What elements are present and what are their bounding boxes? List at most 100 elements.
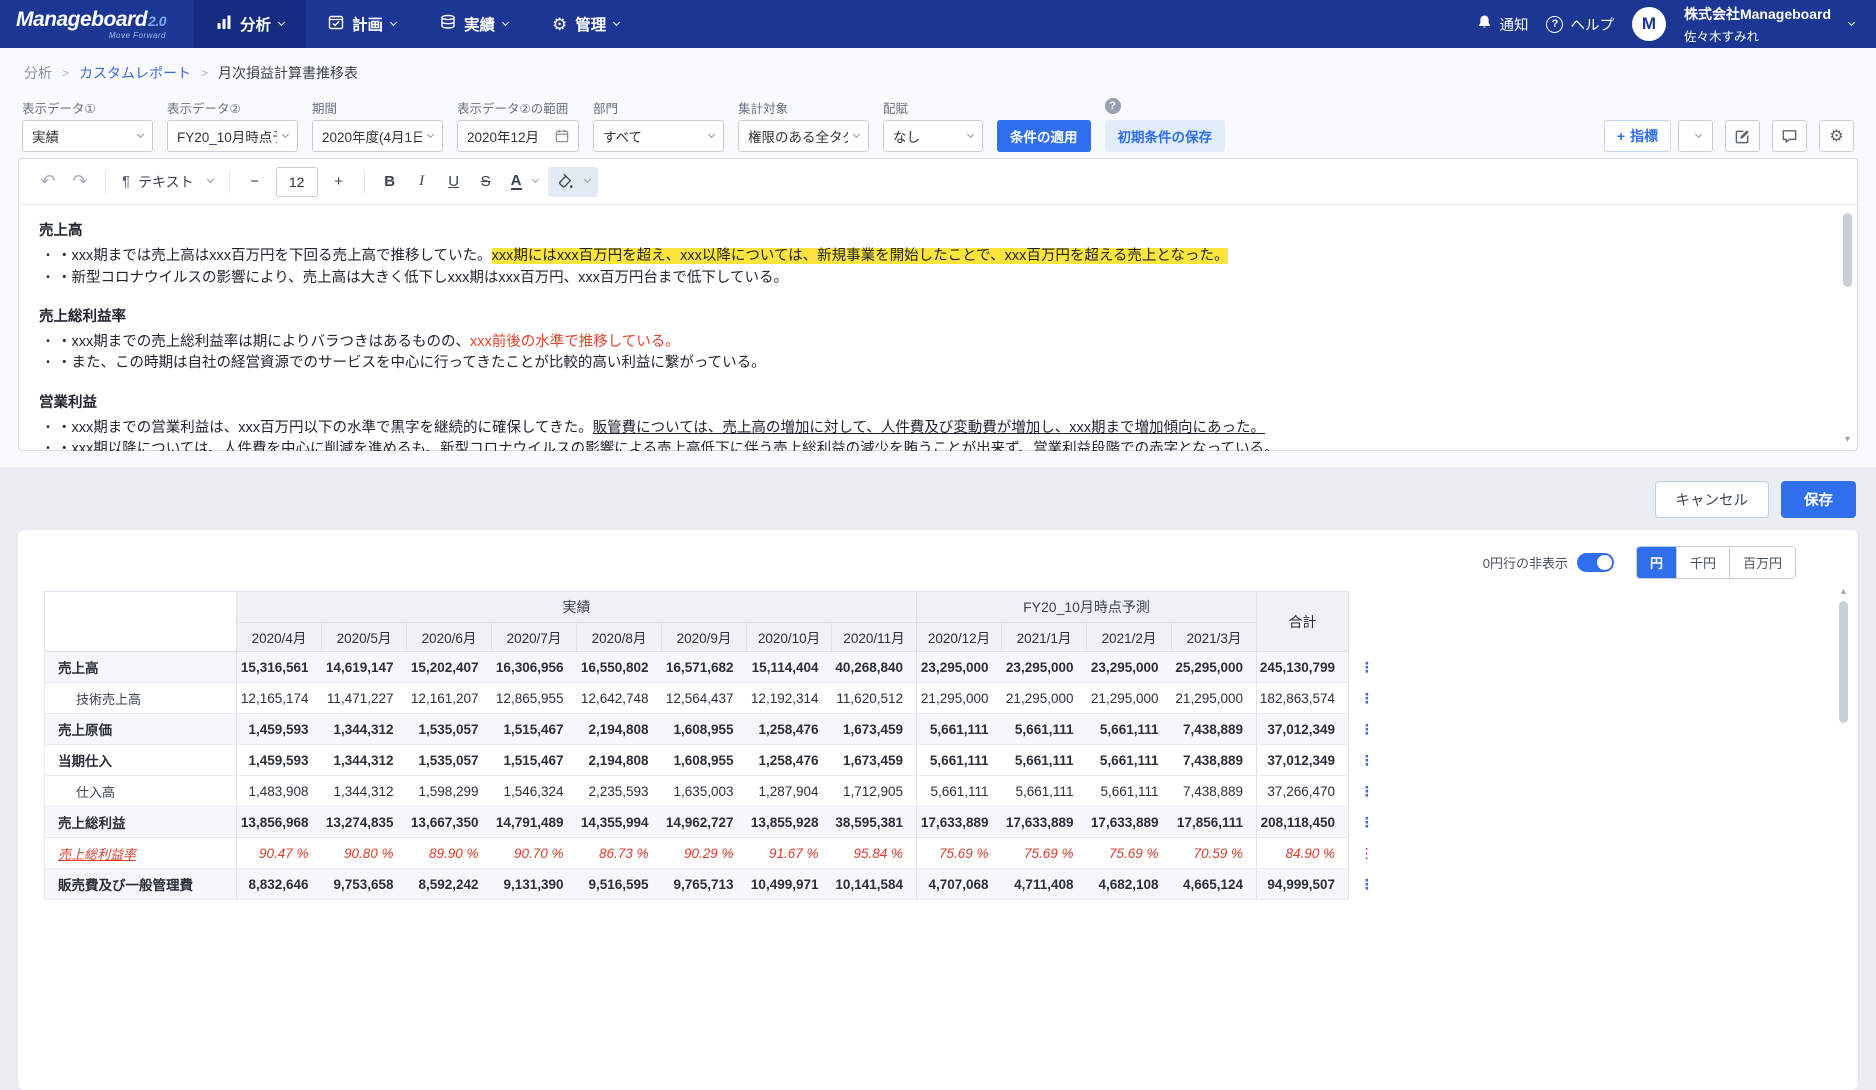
month-header: 2020/9月: [662, 623, 747, 652]
chevron-down-icon: [613, 18, 620, 25]
italic-button[interactable]: I: [407, 167, 437, 197]
display-data-2-select[interactable]: FY20_10月時点予測: [167, 120, 298, 152]
underline-button[interactable]: U: [439, 167, 469, 197]
chevron-down-icon: [531, 176, 538, 183]
highlight-color-button[interactable]: [548, 167, 598, 197]
breadcrumb-analysis[interactable]: 分析: [24, 63, 52, 83]
row-menu-icon[interactable]: ⋮: [1349, 838, 1385, 869]
filter-label: 配賦: [883, 98, 983, 114]
filter-label: 表示データ①: [22, 98, 153, 114]
save-button[interactable]: 保存: [1781, 481, 1856, 518]
row-menu-icon[interactable]: ⋮: [1349, 745, 1385, 776]
top-navigation: Manageboard2.0 Move Forward 分析 計画 実績 ⚙ 管…: [0, 0, 1876, 48]
add-kpi-button[interactable]: +指標: [1604, 120, 1671, 152]
month-header: 2021/1月: [1002, 623, 1087, 652]
filter-label: 集計対象: [738, 98, 869, 114]
row-menu-icon[interactable]: ⋮: [1349, 652, 1385, 683]
bullet-icon: •: [39, 439, 57, 451]
department-select[interactable]: すべて: [593, 120, 724, 152]
help-circle-icon[interactable]: ?: [1105, 98, 1121, 114]
edit-note-button[interactable]: [1725, 120, 1760, 152]
nav-item-results[interactable]: 実績: [418, 0, 530, 48]
notifications-label: 通知: [1499, 14, 1528, 35]
row-menu-icon[interactable]: ⋮: [1349, 714, 1385, 745]
hide-zero-rows-toggle[interactable]: [1577, 553, 1614, 572]
comment-button[interactable]: [1772, 120, 1807, 152]
scroll-up-icon[interactable]: ▴: [1837, 586, 1850, 597]
table-scrollbar[interactable]: ▴: [1837, 586, 1850, 1082]
value-cell: 16,571,682: [662, 652, 747, 683]
value-cell: 70.59 %: [1172, 838, 1257, 869]
row-label: 売上総利益率: [45, 838, 237, 869]
notifications-button[interactable]: 通知: [1477, 14, 1528, 35]
text-color-button[interactable]: A: [503, 167, 546, 197]
brand-version: 2.0: [148, 13, 166, 29]
value-cell: 12,564,437: [662, 683, 747, 714]
chevron-down-icon: [853, 130, 860, 137]
nav-item-admin[interactable]: ⚙ 管理: [530, 0, 641, 48]
font-size-decrease-button[interactable]: −: [240, 167, 270, 197]
font-size-input[interactable]: 12: [276, 167, 318, 197]
strikethrough-button[interactable]: S: [471, 167, 501, 197]
undo-button[interactable]: ↶: [33, 167, 63, 197]
chevron-down-icon: [207, 176, 214, 183]
bullet-icon: •: [39, 418, 57, 438]
value-cell: 21,295,000: [1002, 683, 1087, 714]
font-size-increase-button[interactable]: +: [324, 167, 354, 197]
row-menu-icon[interactable]: ⋮: [1349, 869, 1385, 900]
display-data-1-select[interactable]: 実績: [22, 120, 153, 152]
period-select[interactable]: 2020年度(4月1日〜9月: [312, 120, 443, 152]
row-menu-icon[interactable]: ⋮: [1349, 807, 1385, 838]
scrollbar-thumb[interactable]: [1843, 213, 1852, 287]
chevron-down-icon[interactable]: [1848, 18, 1855, 25]
value-cell: 86.73 %: [577, 838, 662, 869]
value-cell: 5,661,111: [1087, 714, 1172, 745]
unit-yen-button[interactable]: 円: [1637, 547, 1676, 578]
scrollbar-thumb[interactable]: [1839, 601, 1848, 723]
block-type-select[interactable]: ¶ テキスト: [116, 172, 219, 192]
value-cell: 13,856,968: [237, 807, 322, 838]
table-settings-button[interactable]: ⚙: [1819, 120, 1854, 152]
value-cell: 17,633,889: [1002, 807, 1087, 838]
value-cell: 90.29 %: [662, 838, 747, 869]
month-header: 2021/2月: [1087, 623, 1172, 652]
redo-button[interactable]: ↷: [65, 167, 95, 197]
allocation-select[interactable]: なし: [883, 120, 983, 152]
value-cell: 15,202,407: [407, 652, 492, 683]
note-section-heading: 営業利益: [39, 393, 1809, 413]
unit-thousand-yen-button[interactable]: 千円: [1676, 547, 1729, 578]
bold-button[interactable]: B: [375, 167, 405, 197]
value-cell: 23,295,000: [1002, 652, 1087, 683]
main-menu: 分析 計画 実績 ⚙ 管理: [194, 0, 641, 48]
value-cell: 1,598,299: [407, 776, 492, 807]
unit-million-yen-button[interactable]: 百万円: [1729, 547, 1795, 578]
help-button[interactable]: ? ヘルプ: [1546, 14, 1614, 35]
value-cell: 1,535,057: [407, 745, 492, 776]
avatar[interactable]: M: [1632, 7, 1666, 41]
kpi-dropdown-button[interactable]: [1678, 120, 1713, 152]
editor-content[interactable]: 売上高•・xxx期までは売上高はxxx百万円を下回る売上高で推移していた。xxx…: [19, 205, 1857, 451]
table-row: 販売費及び一般管理費8,832,6469,753,6588,592,2429,1…: [45, 869, 1385, 900]
row-total: 37,012,349: [1257, 714, 1349, 745]
account-menu[interactable]: 株式会社Manageboard 佐々木すみれ: [1684, 4, 1831, 45]
note-bullet: •・xxx期までの営業利益は、xxx百万円以下の水準で黒字を継続的に確保してきた…: [39, 418, 1809, 438]
value-cell: 75.69 %: [1002, 838, 1087, 869]
aggregation-target-select[interactable]: 権限のある全タグ: [738, 120, 869, 152]
save-default-conditions-button[interactable]: 初期条件の保存: [1105, 120, 1226, 152]
apply-conditions-button[interactable]: 条件の適用: [997, 120, 1091, 152]
scroll-down-icon[interactable]: ▾: [1841, 434, 1854, 445]
breadcrumb-custom-report[interactable]: カスタムレポート: [79, 63, 191, 83]
filter-label: 期間: [312, 98, 443, 114]
row-menu-icon[interactable]: ⋮: [1349, 776, 1385, 807]
editor-scrollbar[interactable]: ▾: [1841, 211, 1854, 445]
nav-utilities: 通知 ? ヘルプ M 株式会社Manageboard 佐々木すみれ: [1477, 4, 1876, 45]
row-menu-icon[interactable]: ⋮: [1349, 683, 1385, 714]
cancel-button[interactable]: キャンセル: [1655, 481, 1770, 518]
brand-logo[interactable]: Manageboard2.0 Move Forward: [16, 9, 166, 40]
value-cell: 1,535,057: [407, 714, 492, 745]
bullet-icon: •: [39, 246, 57, 266]
nav-item-analysis[interactable]: 分析: [194, 0, 306, 48]
data2-range-date-input[interactable]: 2020年12月: [457, 120, 579, 152]
nav-item-plan[interactable]: 計画: [306, 0, 418, 48]
pl-table: 実績FY20_10月時点予測合計2020/4月2020/5月2020/6月202…: [44, 591, 1385, 900]
